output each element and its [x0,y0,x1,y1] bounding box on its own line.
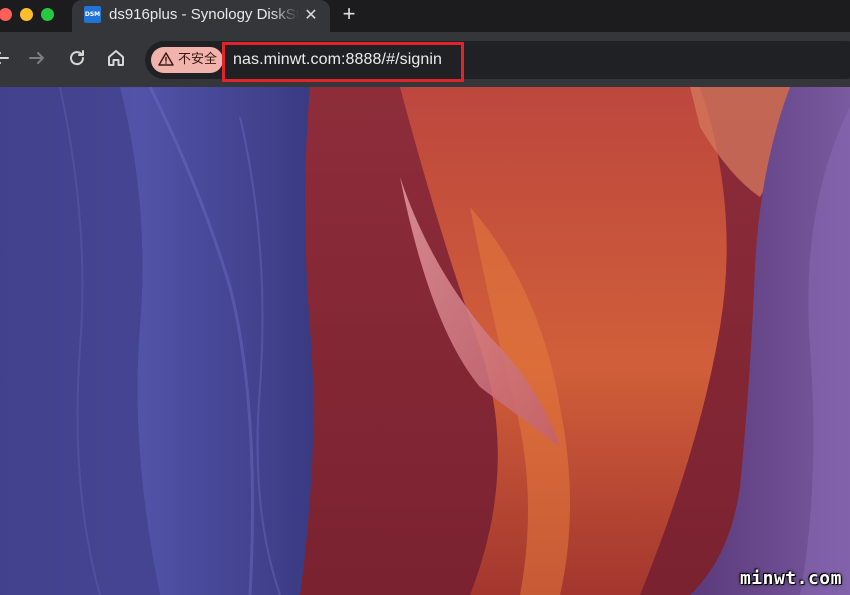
active-tab[interactable]: DSM ds916plus - Synology DiskStation ✕ [72,0,330,32]
tab-title: ds916plus - Synology DiskStation [109,6,299,23]
security-label: 不安全 [178,52,218,67]
back-button[interactable] [0,45,14,71]
reload-button[interactable] [64,45,90,71]
address-bar[interactable]: 不安全 nas.minwt.com:8888/#/signin [145,41,850,79]
url-text[interactable]: nas.minwt.com:8888/#/signin [233,41,442,79]
browser-toolbar: 不安全 nas.minwt.com:8888/#/signin [0,32,850,87]
watermark-text: minwt.com [739,568,842,589]
tab-close-icon[interactable]: ✕ [300,5,322,27]
home-button[interactable] [103,45,129,71]
window-minimize-button[interactable] [20,8,33,21]
forward-button[interactable] [24,45,50,71]
new-tab-button[interactable]: + [336,2,362,28]
warning-triangle-icon [158,52,174,66]
page-background: minwt.com [0,87,850,595]
arrow-right-icon [29,52,44,64]
canyon-wallpaper [0,87,850,595]
home-icon [108,50,124,66]
arrow-left-icon [0,52,9,64]
window-zoom-button[interactable] [41,8,54,21]
tab-strip: DSM ds916plus - Synology DiskStation ✕ + [0,0,850,32]
security-indicator[interactable]: 不安全 [151,47,223,73]
dsm-favicon-icon: DSM [84,6,101,23]
reload-icon [70,50,85,66]
window-close-button[interactable] [0,8,12,21]
